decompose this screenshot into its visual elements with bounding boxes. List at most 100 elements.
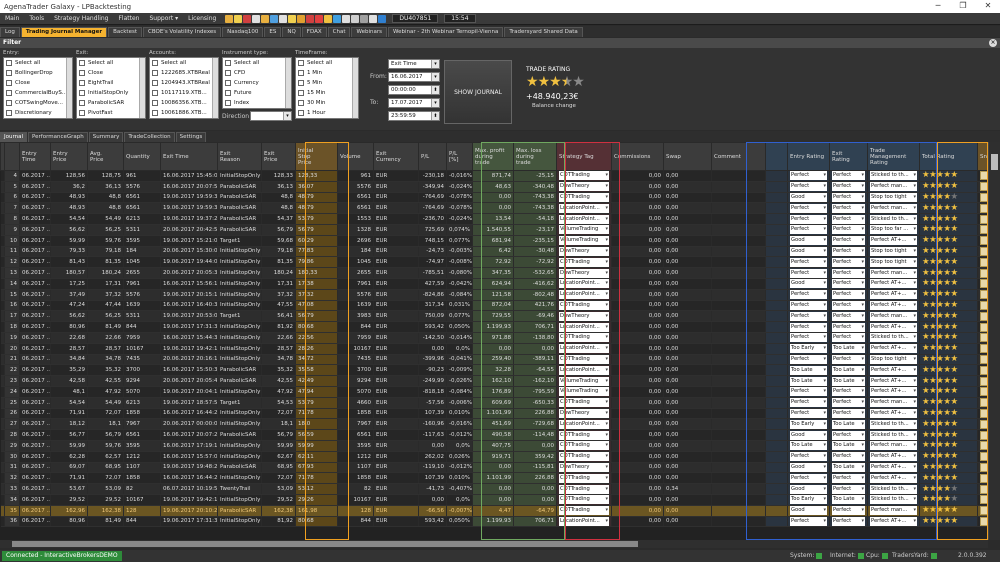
filter-option[interactable]: Select all	[150, 58, 218, 68]
comment-cell[interactable]	[711, 256, 766, 269]
entry-rating-dropdown[interactable]: Good	[790, 246, 827, 256]
strategy-tag-dropdown[interactable]: LocationPoint...	[559, 290, 609, 300]
table-row[interactable]: 27 06.2017 ... 18,12 18,1 7967 20.06.2017 00:…	[0, 418, 1000, 431]
star-icon[interactable]: ★	[951, 451, 959, 461]
menu-item-1[interactable]: Tools	[24, 15, 49, 22]
tm-rating-dropdown[interactable]: Perfect AT+...	[870, 387, 917, 397]
total-rating-cell[interactable]: ★★★★★	[919, 170, 978, 182]
list-scrollbar[interactable]	[352, 58, 358, 118]
entry-rating-dropdown[interactable]: Perfect	[790, 354, 827, 364]
comment-cell[interactable]	[711, 278, 766, 290]
tm-rating-dropdown[interactable]: Sticked to th...	[870, 484, 917, 494]
exit-rating-dropdown[interactable]: Perfect	[832, 279, 865, 289]
total-rating-cell[interactable]: ★★★★★	[919, 440, 978, 452]
exit-rating-dropdown[interactable]: Perfect	[832, 257, 865, 267]
checkbox[interactable]	[79, 80, 85, 86]
tm-rating-dropdown[interactable]: Sticked to th...	[870, 333, 917, 343]
total-rating-stars[interactable]: ★★★★★	[922, 235, 958, 245]
table-row[interactable]: 18 06.2017 ... 80,96 81,49 844 19.06.2017 17:…	[0, 321, 1000, 333]
star-icon[interactable]: ★	[951, 278, 959, 288]
exit-rating-dropdown[interactable]: Perfect	[832, 246, 865, 256]
star-icon[interactable]: ★	[951, 484, 959, 494]
star-icon[interactable]: ★	[943, 516, 951, 526]
comment-cell[interactable]	[711, 224, 766, 236]
filter-option[interactable]: COTSwingMove...	[4, 98, 72, 108]
checkbox[interactable]	[225, 70, 231, 76]
scroll-thumb[interactable]	[12, 541, 638, 547]
workspace-tab-10[interactable]: Webinar - 2th Webinar Ternopil-Vienna	[388, 27, 504, 37]
total-rating-cell[interactable]: ★★★★★	[919, 483, 978, 495]
col-entry-rating[interactable]: Entry Rating	[787, 142, 830, 171]
star-icon[interactable]: ★	[951, 440, 959, 450]
star-icon[interactable]: ★	[951, 246, 959, 256]
to-time-input[interactable]: 23:59:59 ⬍	[388, 111, 440, 121]
comment-cell[interactable]	[711, 429, 766, 441]
col-entry-time[interactable]: Entry Time	[19, 142, 51, 171]
star-icon[interactable]: ★	[951, 430, 959, 440]
col-max-loss[interactable]: Max. loss during trade	[513, 142, 557, 171]
globe-icon[interactable]	[333, 14, 342, 23]
comment-cell[interactable]	[711, 418, 766, 431]
tm-rating-dropdown[interactable]: Perfect AT+...	[870, 322, 917, 332]
col-volume[interactable]: Volume	[337, 142, 374, 171]
col-exit-rating[interactable]: Exit Rating	[829, 142, 868, 171]
entry-rating-dropdown[interactable]: Perfect	[790, 300, 827, 310]
tm-rating-dropdown[interactable]: Sticked to th...	[870, 171, 917, 181]
entry-rating-dropdown[interactable]: Perfect	[790, 408, 827, 418]
entry-rating-dropdown[interactable]: Perfect	[790, 516, 827, 526]
workspace-tab-7[interactable]: FDAX	[301, 27, 327, 37]
total-rating-cell[interactable]: ★★★★★	[919, 408, 978, 420]
strategy-tag-dropdown[interactable]: LocationPoint...	[559, 322, 609, 332]
instrument-filter-list[interactable]: Select all CFD Currency Future Index	[222, 57, 292, 109]
checkbox[interactable]	[298, 100, 304, 106]
strategy-tag-dropdown[interactable]: COTTrading	[559, 257, 609, 267]
filter-option[interactable]: Index	[223, 98, 291, 108]
star-icon[interactable]: ★	[943, 473, 951, 483]
total-rating-cell[interactable]: ★★★★★	[919, 278, 978, 290]
show-journal-button[interactable]: SHOW JOURNAL	[444, 60, 512, 124]
checkbox[interactable]	[298, 90, 304, 96]
exit-rating-dropdown[interactable]: Too Late	[832, 419, 865, 429]
workspace-tab-0[interactable]: Log	[0, 27, 20, 37]
comment-cell[interactable]	[711, 494, 766, 506]
star-icon[interactable]: ★	[951, 235, 959, 245]
star-icon[interactable]: ★	[951, 505, 959, 515]
entry-rating-dropdown[interactable]: Too Late	[790, 441, 827, 451]
checkbox[interactable]	[225, 100, 231, 106]
table-row[interactable]: 35 06.2017 ... 162,96 162,38 128 19.06.2017 2…	[0, 505, 1000, 517]
list-scrollbar[interactable]	[66, 58, 72, 118]
connection-status[interactable]: Connected - InteractiveBrokersDEMO	[2, 551, 122, 561]
workspace-tab-11[interactable]: Tradersyard Shared Data	[504, 27, 583, 37]
subtab-4[interactable]: Settings	[175, 132, 207, 142]
layout-icon[interactable]	[369, 14, 378, 23]
comment-cell[interactable]	[711, 354, 766, 366]
stop-icon[interactable]	[306, 14, 315, 23]
exit-rating-dropdown[interactable]: Perfect	[832, 354, 865, 364]
star-icon[interactable]: ★	[943, 494, 951, 504]
total-rating-cell[interactable]: ★★★★★	[919, 300, 978, 312]
entry-rating-dropdown[interactable]: Too Early	[790, 495, 827, 505]
exit-rating-dropdown[interactable]: Perfect	[832, 236, 865, 246]
comment-cell[interactable]	[711, 267, 766, 279]
tm-rating-dropdown[interactable]: Perfect AT+...	[870, 236, 917, 246]
star-icon[interactable]: ★	[943, 171, 951, 181]
menu-item-3[interactable]: Flatten	[113, 15, 144, 22]
entry-rating-dropdown[interactable]: Good	[790, 506, 827, 516]
filter-option[interactable]: 10117119.XTB...	[150, 88, 218, 98]
total-rating-cell[interactable]: ★★★★★	[919, 192, 978, 204]
workspace-tab-6[interactable]: NQ	[282, 27, 301, 37]
table-row[interactable]: 33 06.2017 ... 53,67 53,09 82 06.07.2017 10:1…	[0, 483, 1000, 495]
list-icon[interactable]	[279, 14, 288, 23]
comment-cell[interactable]	[711, 397, 766, 409]
grid-vertical-scrollbar[interactable]	[988, 142, 1000, 540]
exit-filter-list[interactable]: Select all Close EightTrail InitialStopOnly…	[76, 57, 146, 119]
record-icon[interactable]	[315, 14, 324, 23]
strategy-tag-dropdown[interactable]: COTTrading	[559, 192, 609, 202]
star-icon[interactable]: ★	[943, 462, 951, 472]
entry-rating-dropdown[interactable]: Perfect	[790, 311, 827, 321]
exit-rating-dropdown[interactable]: Perfect	[832, 408, 865, 418]
entry-rating-dropdown[interactable]: Perfect	[790, 452, 827, 462]
star-icon[interactable]: ★	[951, 192, 959, 202]
exit-rating-dropdown[interactable]: Perfect	[832, 398, 865, 408]
strategy-tag-dropdown[interactable]: LocationPoint...	[559, 203, 609, 213]
